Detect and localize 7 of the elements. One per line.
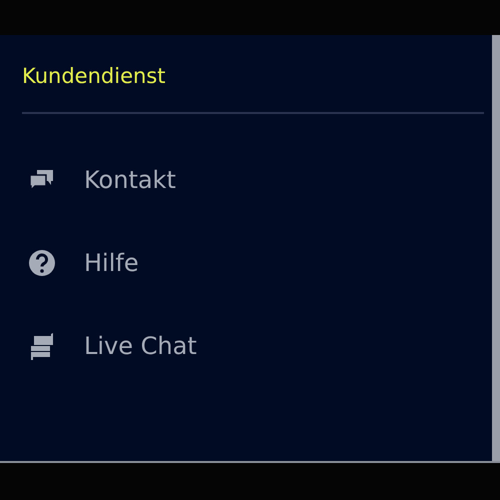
menu-link[interactable]: Kontakt <box>22 157 484 202</box>
menu-link[interactable]: Live Chat <box>22 323 484 368</box>
chat-lines-icon <box>28 332 56 360</box>
help-icon <box>28 248 56 276</box>
menu-link[interactable]: Hilfe <box>22 240 484 285</box>
scrollbar[interactable] <box>492 35 500 461</box>
panel-title: Kundendienst <box>22 63 166 90</box>
